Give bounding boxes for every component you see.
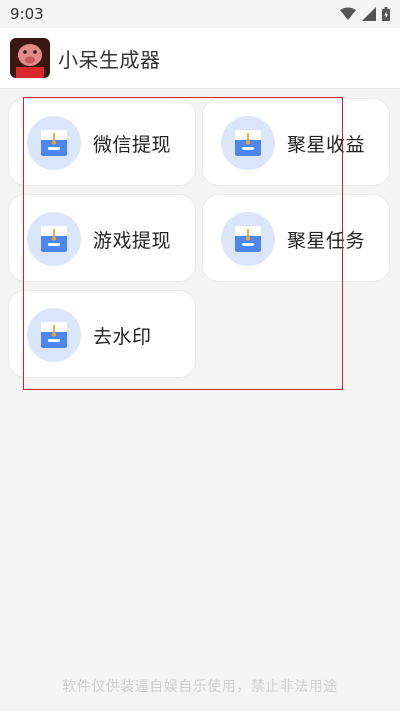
menu-card-label: 聚星收益 <box>287 134 366 156</box>
menu-card-label: 聚星任务 <box>287 230 366 252</box>
menu-card-label: 游戏提现 <box>93 230 172 252</box>
menu-card-label: 去水印 <box>93 326 152 348</box>
battery-icon <box>382 7 390 21</box>
menu-card-star-earnings[interactable]: 聚星收益 <box>203 99 389 185</box>
menu-card-wechat-withdraw[interactable]: 微信提现 <box>9 99 195 185</box>
inbox-icon <box>221 212 275 266</box>
inbox-icon <box>27 116 81 170</box>
inbox-icon <box>27 308 81 362</box>
status-time: 9:03 <box>10 5 44 23</box>
app-bar: 小呆生成器 <box>0 28 400 89</box>
menu-card-label: 微信提现 <box>93 134 172 156</box>
status-icons <box>340 5 390 23</box>
footer-notice: 软件仅供装逼自娱自乐使用，禁止非法用途 <box>62 679 338 695</box>
menu-card-remove-watermark[interactable]: 去水印 <box>9 291 195 377</box>
menu-card-game-withdraw[interactable]: 游戏提现 <box>9 195 195 281</box>
wifi-icon <box>340 7 356 20</box>
status-bar: 9:03 <box>0 0 400 28</box>
inbox-icon <box>221 116 275 170</box>
app-logo <box>10 38 50 78</box>
signal-icon <box>362 7 376 21</box>
inbox-icon <box>27 212 81 266</box>
app-title: 小呆生成器 <box>58 48 161 72</box>
menu-card-star-tasks[interactable]: 聚星任务 <box>203 195 389 281</box>
